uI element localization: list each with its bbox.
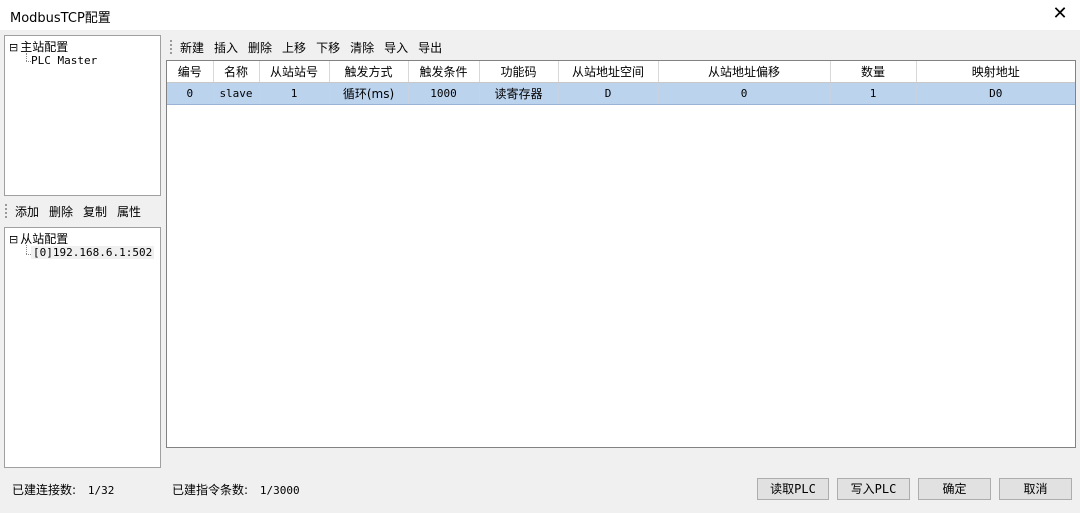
master-tree: ⊟ 主站配置 PLC Master xyxy=(4,35,161,196)
column-header-trigger-mode[interactable]: 触发方式 xyxy=(329,61,409,83)
collapse-icon[interactable]: ⊟ xyxy=(9,41,19,54)
table-row[interactable]: 0 slave 1 循环(ms) 1000 读寄存器 D 0 1 D0 xyxy=(167,82,1075,105)
toolbar-grip xyxy=(170,40,174,54)
move-down-button[interactable]: 下移 xyxy=(311,39,345,56)
connection-count: 已建连接数: 1/32 xyxy=(12,481,114,498)
command-toolbar: 新建 插入 删除 上移 下移 清除 导入 导出 xyxy=(170,38,447,56)
slave-toolbar: 添加 删除 复制 属性 xyxy=(5,202,146,220)
cell-trigger-condition[interactable]: 1000 xyxy=(408,82,480,105)
column-header-index[interactable]: 编号 xyxy=(167,61,214,83)
delete-slave-button[interactable]: 删除 xyxy=(44,203,78,220)
title-bar: ModbusTCP配置 ✕ xyxy=(0,0,1080,30)
ok-button[interactable]: 确定 xyxy=(918,478,991,500)
master-tree-root[interactable]: ⊟ 主站配置 xyxy=(9,38,68,55)
cancel-button[interactable]: 取消 xyxy=(999,478,1072,500)
window-title: ModbusTCP配置 xyxy=(10,11,111,26)
read-plc-button[interactable]: 读取PLC xyxy=(757,478,829,500)
column-header-slave-id[interactable]: 从站站号 xyxy=(259,61,330,83)
export-button[interactable]: 导出 xyxy=(413,39,447,56)
connection-count-label: 已建连接数: xyxy=(12,483,77,497)
dialog-body: ⊟ 主站配置 PLC Master 添加 删除 复制 属性 ⊟ 从站配置 [0]19… xyxy=(0,30,1080,513)
cell-quantity[interactable]: 1 xyxy=(830,82,917,105)
command-count-value: 1/3000 xyxy=(259,484,300,497)
table-header-row: 编号 名称 从站站号 触发方式 触发条件 功能码 从站地址空间 从站地址偏移 数… xyxy=(167,61,1075,83)
cell-mapped-address[interactable]: D0 xyxy=(916,82,1075,105)
move-up-button[interactable]: 上移 xyxy=(277,39,311,56)
cell-slave-id[interactable]: 1 xyxy=(259,82,330,105)
toolbar-grip xyxy=(5,204,9,218)
insert-command-button[interactable]: 插入 xyxy=(209,39,243,56)
slave-tree-root[interactable]: ⊟ 从站配置 xyxy=(9,230,68,247)
slave-properties-button[interactable]: 属性 xyxy=(112,203,146,220)
column-header-quantity[interactable]: 数量 xyxy=(830,61,917,83)
cell-function-code[interactable]: 读寄存器 xyxy=(479,82,559,105)
slave-tree: ⊟ 从站配置 [0]192.168.6.1:502 xyxy=(4,227,161,468)
command-count-label: 已建指令条数: xyxy=(172,483,249,497)
command-count: 已建指令条数: 1/3000 xyxy=(172,481,300,498)
write-plc-button[interactable]: 写入PLC xyxy=(837,478,910,500)
column-header-mapped-address[interactable]: 映射地址 xyxy=(916,61,1075,83)
clear-button[interactable]: 清除 xyxy=(345,39,379,56)
collapse-icon[interactable]: ⊟ xyxy=(9,233,19,246)
master-root-label: 主站配置 xyxy=(20,40,69,54)
cell-name[interactable]: slave xyxy=(213,82,260,105)
add-slave-button[interactable]: 添加 xyxy=(15,203,44,220)
tree-connector xyxy=(26,53,27,61)
column-header-trigger-condition[interactable]: 触发条件 xyxy=(408,61,480,83)
master-tree-plc-master[interactable]: PLC Master xyxy=(31,54,97,67)
import-button[interactable]: 导入 xyxy=(379,39,413,56)
column-header-name[interactable]: 名称 xyxy=(213,61,260,83)
connection-count-value: 1/32 xyxy=(87,484,115,497)
close-icon[interactable]: ✕ xyxy=(1050,4,1070,24)
column-header-address-offset[interactable]: 从站地址偏移 xyxy=(658,61,831,83)
cell-index[interactable]: 0 xyxy=(167,82,214,105)
cell-address-offset[interactable]: 0 xyxy=(658,82,831,105)
slave-tree-item[interactable]: [0]192.168.6.1:502 xyxy=(31,246,155,259)
column-header-function-code[interactable]: 功能码 xyxy=(479,61,559,83)
new-command-button[interactable]: 新建 xyxy=(180,39,209,56)
slave-root-label: 从站配置 xyxy=(20,232,69,246)
column-header-address-space[interactable]: 从站地址空间 xyxy=(558,61,659,83)
delete-command-button[interactable]: 删除 xyxy=(243,39,277,56)
tree-connector xyxy=(26,245,27,254)
command-table-panel: 编号 名称 从站站号 触发方式 触发条件 功能码 从站地址空间 从站地址偏移 数… xyxy=(166,60,1076,448)
cell-address-space[interactable]: D xyxy=(558,82,659,105)
cell-trigger-mode[interactable]: 循环(ms) xyxy=(329,82,409,105)
copy-slave-button[interactable]: 复制 xyxy=(78,203,112,220)
command-table: 编号 名称 从站站号 触发方式 触发条件 功能码 从站地址空间 从站地址偏移 数… xyxy=(167,61,1075,105)
